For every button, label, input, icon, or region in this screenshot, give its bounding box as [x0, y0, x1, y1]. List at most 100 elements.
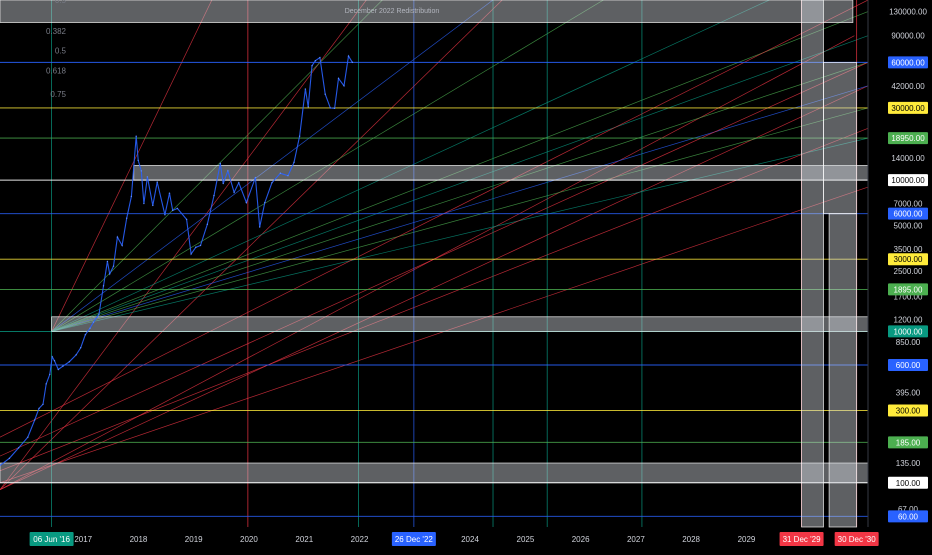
price-point [8, 457, 11, 460]
price-point [176, 207, 179, 210]
price-point [92, 321, 95, 323]
price-point [140, 170, 143, 172]
price-point [185, 218, 188, 221]
price-point [190, 253, 192, 255]
price-badge-label: 30000.00 [891, 104, 925, 113]
date-marker-badge: 31 Dec '29 [779, 532, 824, 546]
price-point [152, 204, 154, 207]
price-point [125, 217, 128, 219]
date-marker-badge: 26 Dec '22 [391, 532, 436, 546]
date-badge-label: 30 Dec '30 [838, 535, 877, 544]
x-tick-label: 2024 [461, 535, 479, 544]
price-badge-label: 18950.00 [891, 134, 925, 143]
price-level-badge: 100.00 [888, 476, 928, 489]
price-point [106, 260, 109, 263]
price-point [264, 201, 266, 204]
price-point [343, 85, 345, 87]
price-point [319, 56, 321, 59]
highlight-zone [133, 165, 869, 181]
price-point [347, 55, 350, 57]
price-level-badge: 30000.00 [888, 101, 928, 114]
price-point [213, 194, 215, 197]
price-point [143, 202, 145, 205]
price-point [49, 373, 51, 376]
fib-label: 0.5 [55, 46, 67, 55]
price-badge-label: 100.00 [896, 479, 921, 488]
date-badge-label: 31 Dec '29 [783, 535, 822, 544]
price-badge-label: 185.00 [896, 438, 921, 447]
price-point [307, 106, 309, 108]
price-level-badge: 10000.00 [888, 174, 928, 187]
x-tick-label: 2020 [240, 535, 258, 544]
price-point [168, 192, 171, 194]
date-badge-label: 26 Dec '22 [395, 535, 434, 544]
price-point [164, 214, 166, 216]
price-point [293, 161, 295, 164]
x-tick-label: 2018 [130, 535, 148, 544]
price-point [135, 135, 137, 137]
price-badge-label: 10000.00 [891, 176, 925, 185]
price-point [89, 327, 91, 329]
price-level-badge: 1000.00 [888, 325, 928, 338]
price-point [333, 107, 336, 110]
price-point [238, 182, 240, 184]
price-level-badge: 18950.00 [888, 132, 928, 145]
price-point [17, 447, 20, 449]
price-point [258, 226, 261, 228]
price-point [68, 361, 71, 363]
price-point [351, 61, 354, 64]
x-tick-label: 2027 [627, 535, 645, 544]
price-point [227, 170, 229, 172]
price-point [254, 176, 257, 179]
price-point [79, 347, 82, 349]
price-point [199, 244, 202, 247]
highlight-zone [823, 61, 858, 215]
price-point [62, 365, 64, 367]
fib-label: 0.382 [46, 27, 67, 36]
price-point [112, 265, 115, 267]
price-level-badge: 600.00 [888, 359, 928, 372]
price-point [195, 246, 197, 248]
price-point [337, 77, 340, 80]
annotation-label: December 2022 Redistribution [345, 8, 440, 15]
y-tick-label: 5000.00 [894, 222, 923, 231]
price-point [287, 174, 289, 177]
price-badge-label: 1000.00 [894, 327, 923, 336]
y-tick-label: 7000.00 [894, 200, 923, 209]
price-point [42, 403, 44, 405]
fib-label: 0.75 [50, 90, 66, 99]
date-marker-badge: 06 Jun '16 [29, 532, 74, 546]
y-tick-label: 135.00 [896, 459, 921, 468]
chart-container: 0.5 0.382 0.5 0.618 0.75 December 2022 Redis… [0, 0, 932, 550]
y-tick-label: 130000.00 [889, 8, 927, 17]
price-point [146, 176, 149, 178]
price-level-badge: 185.00 [888, 436, 928, 449]
x-tick-label: 2029 [738, 535, 756, 544]
price-point [121, 244, 123, 247]
price-badge-label: 3000.00 [894, 255, 923, 264]
highlight-zone [828, 213, 858, 528]
price-level-badge: 60.00 [888, 510, 928, 523]
date-marker-badge: 30 Dec '30 [834, 532, 879, 546]
y-tick-label: 3500.00 [894, 245, 923, 254]
price-point [304, 88, 307, 90]
highlight-zone [51, 316, 869, 332]
y-tick-label: 850.00 [896, 338, 921, 347]
x-tick-label: 2028 [682, 535, 700, 544]
x-tick-label: 2021 [295, 535, 313, 544]
highlight-zone [801, 0, 824, 528]
price-point [109, 273, 111, 275]
date-badge-label: 06 Jun '16 [33, 535, 70, 544]
price-point [57, 368, 59, 371]
y-tick-label: 14000.00 [891, 154, 925, 163]
price-point [27, 436, 29, 438]
price-badge-label: 60.00 [898, 512, 919, 521]
price-point [53, 360, 56, 362]
price-point [219, 162, 222, 165]
chart-svg: 0.5 0.382 0.5 0.618 0.75 December 2022 Redis… [0, 0, 932, 550]
price-badge-label: 600.00 [896, 361, 921, 370]
price-level-badge: 3000.00 [888, 253, 928, 266]
price-point [84, 334, 87, 336]
price-point [222, 182, 224, 185]
price-point [311, 65, 313, 67]
